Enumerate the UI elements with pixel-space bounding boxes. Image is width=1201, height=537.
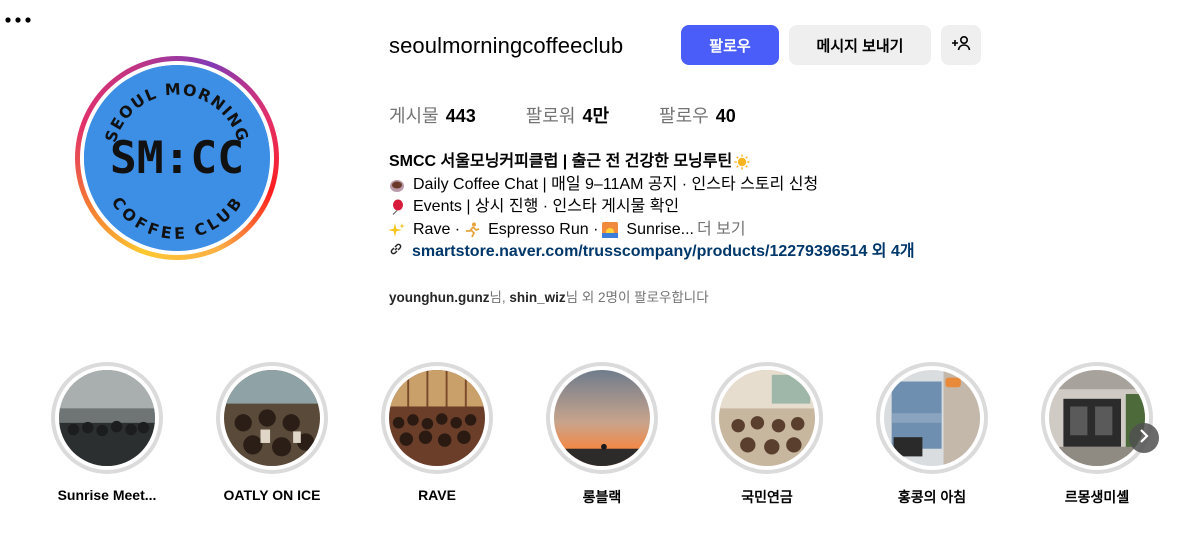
runner-emoji-icon: [464, 222, 480, 238]
mutual-followers-note[interactable]: younghun.gunz님, shin_wiz님 외 2명이 팔로우합니다: [389, 286, 709, 306]
bio-line-coffee-chat: Daily Coffee Chat | 매일 9–11AM 공지 · 인스타 스…: [413, 175, 819, 193]
sunrise-emoji-icon: [602, 221, 619, 238]
highlights-next-button[interactable]: [1129, 423, 1159, 453]
message-button[interactable]: 메시지 보내기: [789, 25, 931, 65]
highlight-cover: [884, 370, 980, 466]
highlight-cover: [224, 370, 320, 466]
coffee-emoji-icon: [389, 177, 405, 193]
mutual-follower-2[interactable]: shin_wiz: [509, 290, 565, 305]
sparkles-emoji-icon: [388, 222, 405, 238]
bio-more-button[interactable]: 더 보기: [697, 219, 746, 242]
balloon-emoji-icon: [389, 199, 405, 216]
chevron-right-icon: [1138, 428, 1150, 448]
highlight-cover: [59, 370, 155, 466]
highlight-label: 롱블랙: [582, 489, 622, 505]
highlight-cover: [554, 370, 650, 466]
highlight-item[interactable]: OATLY ON ICE: [216, 362, 328, 503]
posts-count: 게시물 443: [389, 106, 476, 126]
add-user-icon: [951, 35, 971, 55]
highlight-item[interactable]: 국민연금: [711, 362, 823, 507]
highlight-item[interactable]: 홍콩의 아침: [876, 362, 988, 507]
following-count[interactable]: 팔로우 40: [659, 102, 736, 128]
profile-username: seoulmorningcoffeeclub: [389, 33, 624, 58]
highlight-label: Sunrise Meet...: [57, 487, 157, 503]
profile-page: SEOUL MORNING SM:CC COFFEE CLUB seoulmor…: [0, 0, 1201, 537]
highlight-label: RAVE: [418, 487, 456, 503]
mutual-follower-1[interactable]: younghun.gunz: [389, 290, 489, 305]
bio-line-events: Events | 상시 진행 · 인스타 게시물 확인: [413, 198, 680, 215]
highlight-label: 국민연금: [741, 489, 793, 505]
highlight-cover: [1049, 370, 1145, 466]
bio-external-link[interactable]: smartstore.naver.com/trusscompany/produc…: [389, 241, 915, 264]
highlight-label: 홍콩의 아침: [897, 489, 967, 505]
profile-stats: 게시물 443 팔로워 4만 팔로우 40: [389, 102, 786, 128]
highlight-label: 르몽생미셸: [1064, 489, 1130, 505]
bio-line-rave: Rave ·: [413, 220, 461, 238]
bio-link-text: smartstore.naver.com/trusscompany/produc…: [412, 243, 915, 260]
bio-line-sunrise: Sunrise...: [626, 220, 694, 238]
avatar-main-text: SM:CC: [110, 132, 244, 184]
suggest-users-button[interactable]: [941, 25, 981, 65]
follow-button[interactable]: 팔로우: [681, 25, 779, 65]
highlight-item[interactable]: 롱블랙: [546, 362, 658, 507]
bio-line-espresso-run: Espresso Run ·: [488, 220, 599, 238]
profile-bio: SMCC 서울모닝커피클럽 | 출근 전 건강한 모닝루틴 Daily Coff…: [388, 151, 915, 264]
avatar-logo: SEOUL MORNING SM:CC COFFEE CLUB: [84, 65, 270, 251]
highlight-label: OATLY ON ICE: [223, 487, 321, 503]
sun-emoji-icon: [734, 154, 750, 170]
bio-title: SMCC 서울모닝커피클럽 | 출근 전 건강한 모닝루틴: [389, 153, 733, 170]
highlight-item[interactable]: RAVE: [381, 362, 493, 503]
more-options-button[interactable]: [0, 0, 36, 40]
highlight-cover: [389, 370, 485, 466]
more-options-icon: [4, 11, 32, 29]
followers-count[interactable]: 팔로워 4만: [526, 102, 609, 128]
highlight-item[interactable]: Sunrise Meet...: [51, 362, 163, 503]
profile-avatar[interactable]: SEOUL MORNING SM:CC COFFEE CLUB: [75, 56, 279, 260]
highlight-cover: [719, 370, 815, 466]
link-icon: [389, 241, 403, 264]
